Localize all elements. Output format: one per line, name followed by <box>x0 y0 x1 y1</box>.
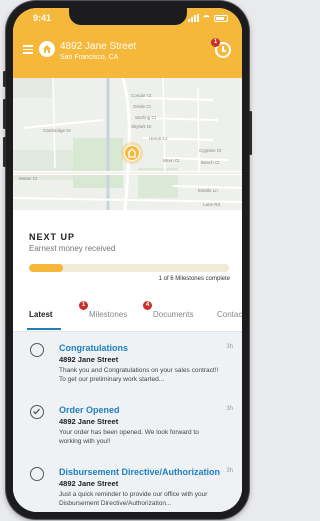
hamburger-menu-icon[interactable] <box>23 45 33 54</box>
power-button <box>249 111 252 155</box>
map-street-label: Skylark Dr <box>131 124 152 129</box>
phone-frame: 9:41 4892 Jane Street San Francisco, CA … <box>3 1 252 519</box>
active-tab-indicator <box>27 328 61 330</box>
battery-icon <box>214 14 228 22</box>
unread-circle-icon <box>30 467 44 481</box>
feed-item-time: 3h <box>226 344 233 350</box>
feed-item-address: 4892 Jane Street <box>59 417 119 426</box>
milestone-progress-fill <box>29 264 63 272</box>
map-street-label: Cygnets Ct <box>199 148 222 153</box>
tab-contact[interactable]: Contact <box>217 310 242 319</box>
tab-milestones[interactable]: Milestones <box>89 310 127 319</box>
status-time: 9:41 <box>33 13 52 23</box>
map-street-label: Beech Ct <box>201 160 220 165</box>
milestone-progress-text: 1 of 6 Milestones complete <box>158 276 230 282</box>
map-street-label: Estelle Ln <box>198 188 218 193</box>
home-badge-icon <box>39 41 55 57</box>
tab-latest[interactable]: Latest <box>29 310 53 319</box>
volume-down-button <box>3 137 6 167</box>
feed-item[interactable]: Disbursement Directive/Authorization 489… <box>13 456 242 512</box>
feed-item-body: Thank you and Congratulations on your sa… <box>59 367 219 383</box>
map-street-label: Starling Ct <box>135 115 157 120</box>
next-up-panel: NEXT UP Earnest money received 1 of 6 Mi… <box>13 210 242 298</box>
feed-item[interactable]: Congratulations 4892 Jane Street Thank y… <box>13 332 242 392</box>
tab-milestones-badge: 1 <box>79 301 88 310</box>
notification-badge: 1 <box>211 38 220 47</box>
next-up-subtitle: Earnest money received <box>29 244 116 253</box>
map-street-label: Wren Ct <box>163 158 180 163</box>
volume-up-button <box>3 99 6 129</box>
feed-item[interactable]: Order Opened 4892 Jane Street Your order… <box>13 394 242 454</box>
feed-item-address: 4892 Jane Street <box>59 479 119 488</box>
map-street-label: Moser Ct <box>19 176 38 181</box>
map-street-label: Condor Ct <box>131 93 152 98</box>
property-address[interactable]: 4892 Jane Street <box>60 41 136 52</box>
tab-bar: Latest 1 Milestones 4 Documents Contact <box>13 298 242 332</box>
property-map[interactable]: Condor Ct Oriole Ct Starling Ct Skylark … <box>13 78 242 210</box>
check-circle-icon <box>30 405 44 419</box>
next-up-title: NEXT UP <box>29 232 76 242</box>
status-icons <box>188 14 228 22</box>
feed-item-title[interactable]: Congratulations <box>59 343 128 353</box>
signal-icon <box>188 14 199 22</box>
milestone-progress-bar <box>29 264 229 272</box>
tab-documents-badge: 4 <box>143 301 152 310</box>
activity-feed: Congratulations 4892 Jane Street Thank y… <box>13 332 242 512</box>
feed-item-body: Just a quick reminder to provide our off… <box>59 491 208 507</box>
feed-item-address: 4892 Jane Street <box>59 355 119 364</box>
feed-item-time: 3h <box>226 406 233 412</box>
map-street-label: Lane Rd <box>203 202 221 207</box>
wifi-icon <box>202 14 211 22</box>
app-screen: 9:41 4892 Jane Street San Francisco, CA … <box>13 8 242 512</box>
notch <box>69 8 187 25</box>
map-street-label: Cambridge Dr <box>43 128 72 133</box>
feed-item-body: Your order has been opened. We look forw… <box>59 429 199 445</box>
map-street-label: Oriole Ct <box>133 104 151 109</box>
feed-item-title[interactable]: Order Opened <box>59 405 120 415</box>
feed-item-time: 3h <box>226 468 233 474</box>
property-location-pin[interactable] <box>121 142 143 164</box>
tab-documents[interactable]: Documents <box>153 310 193 319</box>
feed-item-title[interactable]: Disbursement Directive/Authorization <box>59 467 220 477</box>
map-street-label: Heron Ct <box>149 136 168 141</box>
property-city: San Francisco, CA <box>60 54 119 61</box>
mute-switch <box>3 71 6 87</box>
unread-circle-icon <box>30 343 44 357</box>
home-icon <box>127 147 136 158</box>
